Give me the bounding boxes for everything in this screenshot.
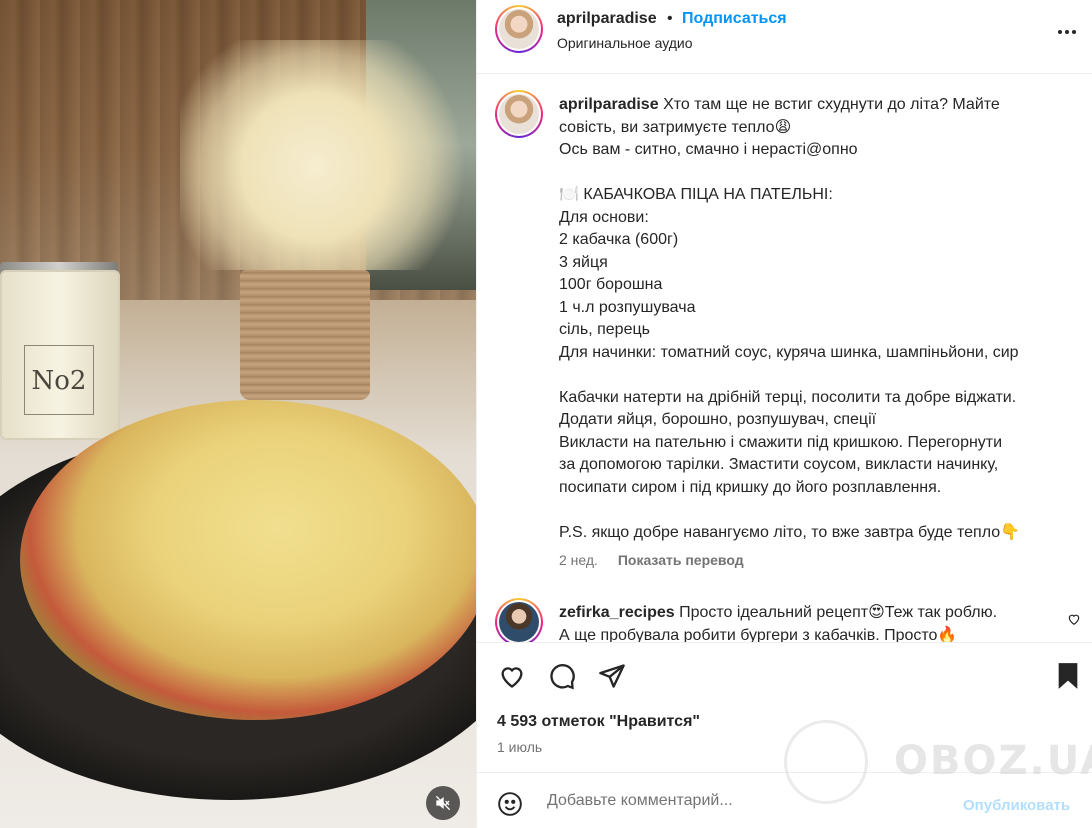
caption-line: 2 кабачка (600г) (559, 231, 679, 248)
comment-item: zefirka_recipes Просто ідеальний рецепт😍… (559, 602, 1059, 642)
caption-line: совість, ви затримуєте тепло😩 (559, 118, 792, 136)
heart-icon (1068, 614, 1080, 625)
more-dots-icon (1058, 30, 1076, 34)
comment-text-line1: Просто ідеальний рецепт😍Теж так роблю. (679, 604, 998, 621)
caption-line: Для основи: (559, 208, 649, 226)
caption-avatar[interactable] (495, 90, 543, 138)
audio-label[interactable]: Оригинальное аудио (557, 35, 693, 51)
caption-line: Ось вам - ситно, смачно і нерасті@опно (559, 141, 858, 158)
emoji-button[interactable] (497, 791, 523, 822)
header-separator: • (667, 10, 673, 27)
speaker-muted-icon (435, 795, 451, 811)
watermark-globe-icon (784, 720, 868, 804)
photo-basket (240, 270, 370, 400)
caption-line: Викласти на пательню і смажити під кришк… (559, 433, 1003, 451)
speech-bubble-icon (550, 664, 575, 690)
photo-pizza (20, 400, 476, 720)
author-username[interactable]: aprilparadise (557, 10, 657, 28)
comment-username[interactable]: zefirka_recipes (559, 604, 675, 621)
caption-line: Додати яйця, борошно, розпушувач, спеції (559, 411, 877, 428)
paper-plane-icon (599, 664, 625, 688)
caption-line: за допомогою тарілки. Змастити соусом, в… (559, 456, 999, 473)
comment-button[interactable] (547, 661, 577, 691)
caption-meta: 2 нед. Показать перевод (559, 552, 744, 568)
caption-line: Хто там ще не встиг схуднути до літа? Ма… (663, 96, 1000, 113)
caption-username[interactable]: aprilparadise (559, 96, 659, 113)
caption-line: 🍽️ КАБАЧКОВА ПІЦА НА ПАТЕЛЬНІ: (559, 186, 833, 203)
watermark-text: OBOZ.UA (894, 738, 1092, 784)
follow-button[interactable]: Подписаться (682, 10, 787, 28)
oboz-watermark: OBOZ.UA (784, 720, 1092, 810)
post-header: aprilparadise • Подписаться Оригинальное… (477, 0, 1092, 74)
comment-like-button[interactable] (1067, 612, 1081, 631)
translate-button[interactable]: Показать перевод (618, 552, 744, 568)
caption-age[interactable]: 2 нед. (559, 552, 598, 568)
comment-text-line2: А ще пробувала робити бургери з кабачків… (559, 626, 958, 643)
caption-text: aprilparadise Хто там ще не встиг схудну… (559, 94, 1069, 544)
caption-line: 1 ч.л розпушувача (559, 298, 696, 316)
heart-icon (501, 667, 523, 688)
post-caption: aprilparadise Хто там ще не встиг схудну… (477, 74, 1092, 642)
caption-line: 3 яйця (559, 253, 608, 271)
more-options-button[interactable] (1055, 20, 1079, 44)
author-avatar[interactable] (495, 5, 543, 53)
caption-line: Для начинки: томатний соус, куряча шинка… (559, 343, 1019, 361)
like-button[interactable] (497, 661, 527, 691)
post-photo[interactable]: No2 (0, 0, 476, 828)
photo-candle-label: No2 (24, 345, 94, 415)
likes-count[interactable]: 4 593 отметок "Нравится" (497, 713, 700, 731)
caption-line: 100г борошна (559, 276, 663, 293)
caption-line: Кабачки натерти на дрібній терці, посоли… (559, 388, 1017, 406)
caption-line: сіль, перець (559, 321, 650, 338)
commenter-avatar[interactable] (495, 598, 543, 642)
photo-dried-flowers (180, 40, 476, 270)
share-button[interactable] (597, 661, 627, 691)
bookmark-filled-icon (1058, 663, 1078, 689)
mute-button[interactable] (426, 786, 460, 820)
save-button[interactable] (1053, 661, 1083, 691)
post-date[interactable]: 1 июль (497, 739, 542, 755)
caption-line: P.S. якщо добре навангуємо літо, то вже … (559, 523, 1021, 541)
post-panel: aprilparadise • Подписаться Оригинальное… (476, 0, 1092, 828)
smiley-face-icon (498, 792, 522, 816)
caption-line: посипати сиром і під кришку до його розп… (559, 478, 942, 496)
